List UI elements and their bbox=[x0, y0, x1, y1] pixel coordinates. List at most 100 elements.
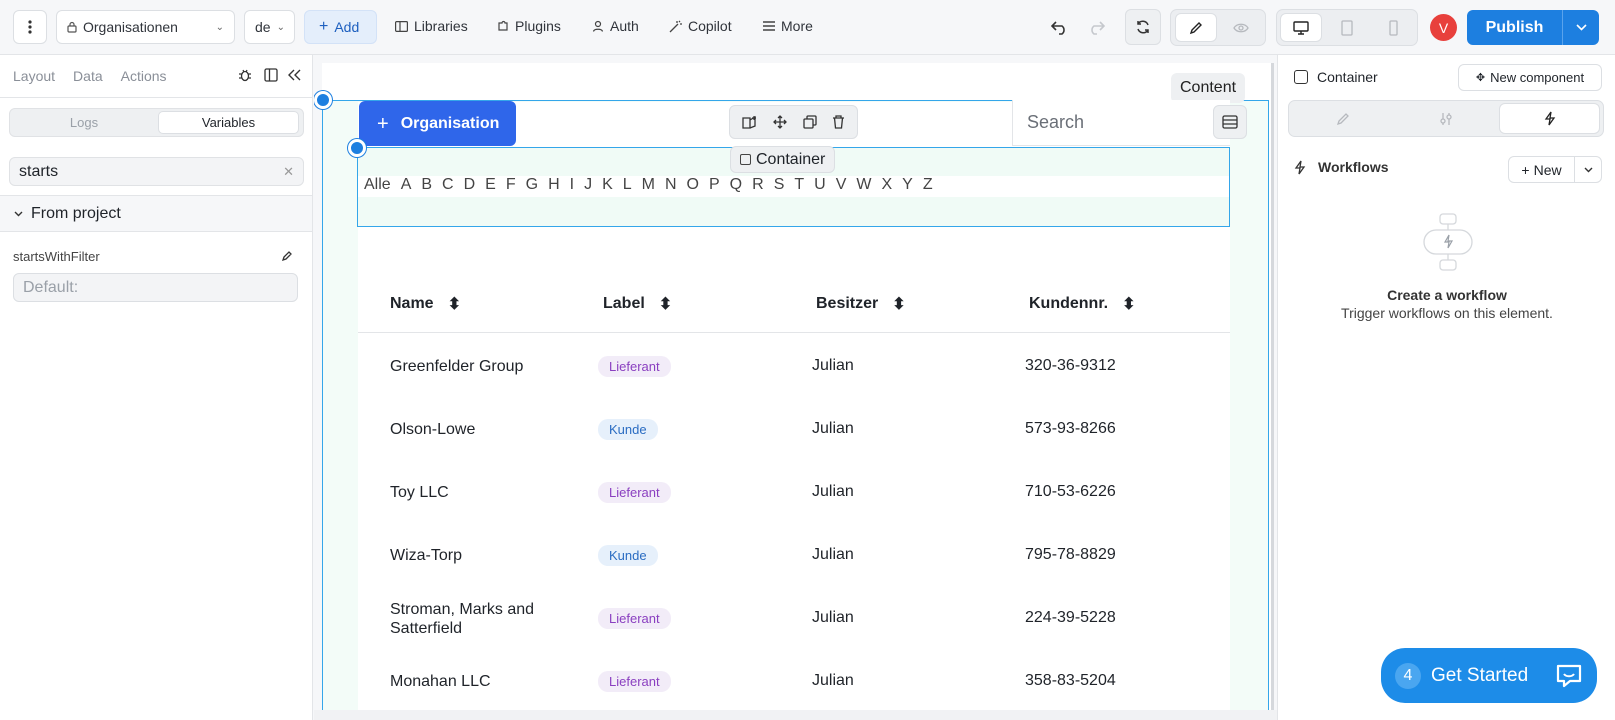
alphabet-letter[interactable]: D bbox=[464, 176, 476, 193]
alphabet-letter[interactable]: F bbox=[506, 176, 516, 193]
search-placeholder: Search bbox=[1027, 112, 1085, 132]
tablet-view-button[interactable] bbox=[1326, 13, 1368, 42]
language-select-value: de bbox=[255, 19, 271, 35]
alphabet-letter[interactable]: L bbox=[623, 176, 632, 193]
divider bbox=[0, 97, 312, 98]
tab-actions[interactable]: Actions bbox=[121, 68, 167, 84]
mobile-view-button[interactable] bbox=[1372, 13, 1414, 42]
refresh-button[interactable] bbox=[1125, 9, 1161, 45]
cell-owner: Julian bbox=[812, 546, 854, 563]
settings-tab[interactable] bbox=[1395, 103, 1497, 134]
alphabet-letter[interactable]: W bbox=[856, 176, 871, 193]
new-workflow-options[interactable] bbox=[1575, 157, 1601, 182]
content-label[interactable]: Content bbox=[1171, 73, 1246, 103]
alphabet-letter[interactable]: P bbox=[709, 176, 720, 193]
duplicate-icon[interactable] bbox=[803, 115, 817, 129]
alphabet-letter[interactable]: J bbox=[584, 176, 592, 193]
page-select[interactable]: Organisationen ⌄ bbox=[56, 10, 235, 44]
get-started-count: 4 bbox=[1395, 662, 1421, 689]
alphabet-letter[interactable]: S bbox=[774, 176, 785, 193]
organisation-button[interactable]: + Organisation bbox=[359, 101, 516, 146]
trash-icon[interactable] bbox=[832, 115, 845, 129]
user-avatar[interactable]: V bbox=[1430, 14, 1457, 41]
variables-tab[interactable]: Variables bbox=[158, 111, 299, 134]
plus-icon: + bbox=[1521, 161, 1530, 178]
new-workflow-button[interactable]: + New bbox=[1509, 157, 1575, 182]
alphabet-letter[interactable]: V bbox=[836, 176, 847, 193]
alphabet-letter[interactable]: N bbox=[665, 176, 677, 193]
alphabet-letter[interactable]: R bbox=[752, 176, 764, 193]
container-label[interactable]: Container bbox=[730, 146, 836, 173]
lightning-icon bbox=[1544, 111, 1555, 126]
column-header-number[interactable]: Kundennr. ⬍ bbox=[1029, 294, 1136, 314]
get-started-label: Get Started bbox=[1431, 664, 1529, 686]
alphabet-letter[interactable]: T bbox=[794, 176, 804, 193]
alphabet-letter[interactable]: K bbox=[602, 176, 613, 193]
alphabet-letter[interactable]: Q bbox=[730, 176, 742, 193]
preview-mode-button[interactable] bbox=[1220, 13, 1262, 42]
alphabet-letter-all[interactable]: Alle bbox=[364, 176, 391, 193]
workflows-tab[interactable] bbox=[1499, 103, 1600, 134]
alphabet-letter[interactable]: C bbox=[442, 176, 454, 193]
libraries-button[interactable]: Libraries bbox=[395, 18, 468, 34]
alphabet-letter[interactable]: Z bbox=[923, 176, 933, 193]
language-select[interactable]: de ⌄ bbox=[244, 10, 295, 44]
alphabet-letter[interactable]: Y bbox=[902, 176, 913, 193]
edit-mode-button[interactable] bbox=[1175, 13, 1217, 42]
alphabet-letter[interactable]: A bbox=[401, 176, 412, 193]
alphabet-letter[interactable]: M bbox=[642, 176, 655, 193]
tab-data[interactable]: Data bbox=[73, 68, 103, 84]
desktop-view-button[interactable] bbox=[1280, 13, 1322, 42]
alphabet-letter[interactable]: G bbox=[526, 176, 538, 193]
left-tabs: Layout Data Actions bbox=[13, 68, 167, 84]
undo-button[interactable] bbox=[1046, 14, 1074, 42]
sort-icon: ⬍ bbox=[892, 296, 906, 313]
from-project-group[interactable]: From project bbox=[0, 195, 312, 232]
alphabet-letter[interactable]: E bbox=[485, 176, 496, 193]
auth-button[interactable]: Auth bbox=[592, 18, 639, 34]
alphabet-letter[interactable]: X bbox=[881, 176, 892, 193]
alphabet-letter[interactable]: O bbox=[687, 176, 699, 193]
horizontal-scrollbar[interactable] bbox=[314, 710, 1277, 720]
more-button[interactable]: More bbox=[763, 18, 813, 34]
publish-group: Publish bbox=[1467, 10, 1599, 45]
add-column-icon[interactable] bbox=[742, 115, 758, 129]
resize-handle[interactable] bbox=[314, 91, 332, 109]
pencil-icon[interactable] bbox=[281, 250, 293, 262]
move-icon[interactable] bbox=[773, 115, 788, 129]
panel-layout-icon[interactable] bbox=[264, 68, 278, 82]
clear-icon[interactable]: ✕ bbox=[283, 164, 294, 180]
add-button[interactable]: + Add bbox=[304, 10, 377, 44]
alphabet-letter[interactable]: B bbox=[421, 176, 432, 193]
table-settings-button[interactable] bbox=[1213, 105, 1247, 139]
element-toolbar bbox=[729, 105, 858, 139]
alphabet-letter[interactable]: H bbox=[548, 176, 560, 193]
logs-tab[interactable]: Logs bbox=[14, 111, 154, 134]
group-title: From project bbox=[31, 204, 121, 222]
copilot-button[interactable]: Copilot bbox=[669, 18, 732, 34]
kebab-menu-button[interactable] bbox=[13, 10, 47, 44]
alphabet-letter[interactable]: I bbox=[570, 176, 574, 193]
search-input[interactable]: Search bbox=[1012, 100, 1230, 146]
publish-options-button[interactable] bbox=[1563, 10, 1599, 45]
cell-customer-number: 795-78-8829 bbox=[1025, 546, 1116, 563]
alphabet-letter[interactable]: U bbox=[814, 176, 826, 193]
plugins-button[interactable]: Plugins bbox=[497, 18, 561, 34]
bug-icon[interactable] bbox=[238, 68, 252, 82]
tab-layout[interactable]: Layout bbox=[13, 68, 55, 84]
publish-button[interactable]: Publish bbox=[1467, 10, 1563, 45]
book-icon bbox=[395, 20, 408, 32]
get-started-button[interactable]: 4 Get Started bbox=[1381, 648, 1597, 703]
resize-handle[interactable] bbox=[348, 139, 366, 157]
label-badge: Lieferant bbox=[598, 356, 671, 377]
empty-state-title: Create a workflow bbox=[1387, 287, 1507, 303]
style-tab[interactable] bbox=[1292, 103, 1394, 134]
new-component-button[interactable]: ✥ New component bbox=[1458, 64, 1602, 91]
column-header-owner[interactable]: Besitzer ⬍ bbox=[816, 294, 906, 314]
column-header-name[interactable]: Name ⬍ bbox=[390, 294, 461, 314]
variable-default-field[interactable]: Default: bbox=[13, 273, 298, 302]
collapse-icon[interactable] bbox=[288, 69, 301, 81]
redo-button[interactable] bbox=[1082, 14, 1110, 42]
column-header-label-col[interactable]: Label ⬍ bbox=[603, 294, 672, 314]
variable-search-field[interactable]: starts ✕ bbox=[9, 157, 304, 186]
